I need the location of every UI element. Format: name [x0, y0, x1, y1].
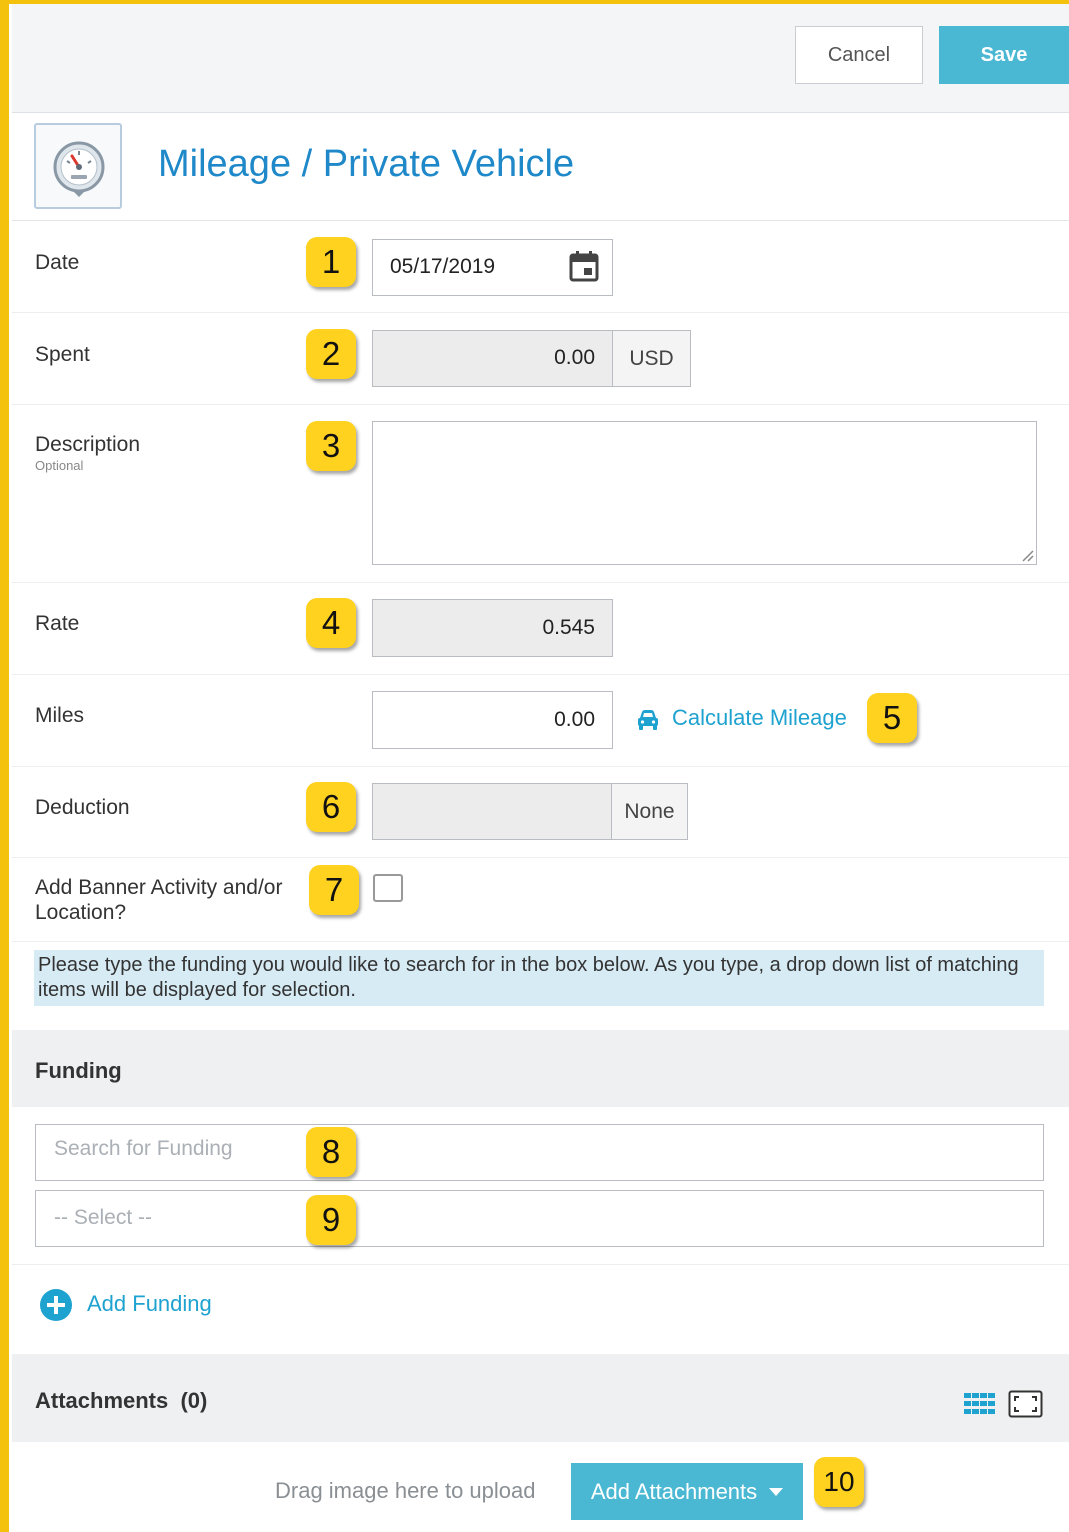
banner-activity-checkbox[interactable]	[373, 874, 403, 902]
cancel-button[interactable]: Cancel	[795, 26, 923, 84]
callout-badge-6: 6	[306, 782, 356, 832]
calculate-mileage-link[interactable]: Calculate Mileage	[672, 705, 847, 731]
rate-value: 0.545	[542, 616, 595, 639]
date-input[interactable]: 05/17/2019	[372, 239, 613, 296]
description-textarea[interactable]	[372, 421, 1037, 565]
add-funding-link[interactable]: Add Funding	[87, 1291, 212, 1317]
save-button[interactable]: Save	[939, 26, 1069, 84]
caret-down-icon	[769, 1487, 784, 1496]
banner-activity-label-line2: Location?	[35, 901, 127, 924]
speedometer-icon	[53, 141, 105, 197]
spent-input: 0.00	[372, 330, 613, 387]
callout-badge-1: 1	[306, 237, 356, 287]
car-icon[interactable]	[636, 709, 660, 731]
miles-input[interactable]: 0.00	[372, 691, 613, 749]
callout-badge-3: 3	[306, 421, 356, 471]
page-title: Mileage / Private Vehicle	[158, 143, 575, 185]
spent-row: Spent 2 0.00 USD	[12, 313, 1069, 405]
divider	[12, 1264, 1069, 1265]
description-row: Description Optional 3	[12, 405, 1069, 583]
miles-row: Miles 0.00 Calculate Mileage 5	[12, 675, 1069, 767]
expand-view-icon[interactable]	[1008, 1390, 1043, 1418]
date-row: Date 1 05/17/2019	[12, 221, 1069, 313]
miles-value: 0.00	[554, 708, 595, 731]
currency-addon: USD	[612, 330, 691, 387]
expense-type-icon-box	[34, 123, 122, 209]
description-optional-hint: Optional	[35, 458, 84, 473]
spent-value: 0.00	[554, 346, 595, 369]
funding-select-placeholder: -- Select --	[54, 1206, 153, 1229]
highlight-frame-left	[0, 0, 9, 1532]
callout-badge-4: 4	[306, 598, 356, 648]
banner-activity-label: Add Banner Activity and/or Location?	[35, 875, 282, 925]
miles-label: Miles	[35, 704, 85, 727]
attachments-title: Attachments (0)	[35, 1388, 207, 1414]
attachments-count: (0)	[180, 1388, 208, 1413]
description-label: Description	[35, 433, 141, 456]
expense-header: Mileage / Private Vehicle	[12, 113, 1069, 221]
drag-upload-hint: Drag image here to upload	[275, 1478, 536, 1503]
funding-search-input[interactable]: Search for Funding	[35, 1124, 1044, 1181]
spent-label: Spent	[35, 343, 90, 366]
grid-view-icon[interactable]	[964, 1393, 996, 1415]
rate-row: Rate 4 0.545	[12, 583, 1069, 675]
banner-activity-row: Add Banner Activity and/or Location? 7	[12, 858, 1069, 942]
funding-search-placeholder: Search for Funding	[54, 1137, 233, 1160]
rate-label: Rate	[35, 612, 80, 635]
funding-title: Funding	[35, 1058, 122, 1083]
attachments-section-header: Attachments (0)	[12, 1354, 1069, 1442]
add-circle-icon[interactable]	[39, 1288, 73, 1322]
add-attachments-button[interactable]: Add Attachments	[571, 1463, 803, 1520]
deduction-addon: None	[611, 783, 688, 840]
date-value: 05/17/2019	[390, 255, 496, 278]
funding-select[interactable]: -- Select --	[35, 1190, 1044, 1247]
funding-info-text: Please type the funding you would like t…	[34, 950, 1044, 1006]
calendar-icon[interactable]	[569, 250, 599, 282]
callout-badge-10: 10	[814, 1457, 864, 1507]
add-attachments-label: Add Attachments	[590, 1478, 758, 1504]
callout-badge-7: 7	[309, 865, 359, 915]
callout-badge-5: 5	[867, 693, 917, 743]
callout-badge-8: 8	[306, 1127, 356, 1177]
callout-badge-2: 2	[306, 329, 356, 379]
attachments-title-label: Attachments	[35, 1388, 169, 1413]
deduction-label: Deduction	[35, 796, 130, 819]
deduction-row: Deduction 6 None	[12, 767, 1069, 858]
banner-activity-label-line1: Add Banner Activity and/or	[35, 876, 283, 899]
deduction-input	[372, 783, 613, 840]
rate-input: 0.545	[372, 599, 613, 657]
resize-handle-icon[interactable]	[1020, 548, 1034, 562]
top-toolbar: Cancel Save	[12, 4, 1069, 113]
date-label: Date	[35, 251, 80, 274]
callout-badge-9: 9	[306, 1195, 356, 1245]
funding-section-header: Funding	[12, 1030, 1069, 1107]
